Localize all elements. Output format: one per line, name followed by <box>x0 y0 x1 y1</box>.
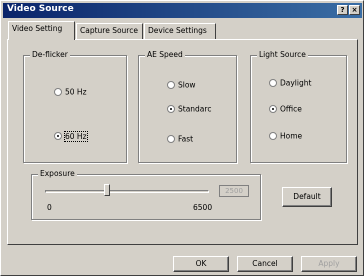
deflicker-option-50hz[interactable]: 50 Hz <box>54 87 87 97</box>
radio-office[interactable] <box>269 105 277 113</box>
radio-50hz[interactable] <box>54 88 62 96</box>
ae-option-fast[interactable]: Fast <box>167 134 193 144</box>
tab-video-setting[interactable]: Video Setting <box>8 21 75 40</box>
ok-button[interactable]: OK <box>173 256 229 272</box>
close-button[interactable]: × <box>349 5 360 15</box>
ae-option-standard[interactable]: Standarc <box>167 104 211 114</box>
light-option-office[interactable]: Office <box>269 104 302 114</box>
deflicker-option-60hz[interactable]: 60 Hz <box>54 130 88 142</box>
deflicker-group: De-flicker 50 Hz 60 Hz <box>23 50 127 163</box>
exposure-legend: Exposure <box>38 169 77 178</box>
apply-button[interactable]: Apply <box>301 256 357 272</box>
label-60hz: 60 Hz <box>64 130 88 142</box>
radio-home[interactable] <box>269 132 277 140</box>
ae-speed-group: AE Speed Slow Standarc Fast <box>138 50 237 163</box>
radio-60hz[interactable] <box>54 132 62 140</box>
label-fast: Fast <box>178 134 194 144</box>
exposure-slider-thumb[interactable] <box>104 184 111 196</box>
light-option-daylight[interactable]: Daylight <box>269 78 311 88</box>
label-home: Home <box>280 131 303 141</box>
exposure-min-label: 0 <box>47 203 52 212</box>
default-button[interactable]: Default <box>282 187 332 207</box>
video-source-dialog: Video Source ? × Video Setting Capture S… <box>0 0 364 276</box>
exposure-group: Exposure <box>31 169 261 220</box>
label-daylight: Daylight <box>280 78 312 88</box>
ae-option-slow[interactable]: Slow <box>167 80 196 90</box>
exposure-value-field: 2500 <box>219 185 249 197</box>
radio-fast[interactable] <box>167 135 175 143</box>
radio-slow[interactable] <box>167 81 175 89</box>
help-button[interactable]: ? <box>337 5 348 15</box>
window-title: Video Source <box>7 4 74 14</box>
radio-standard[interactable] <box>167 105 175 113</box>
label-standard: Standarc <box>178 104 212 114</box>
light-source-legend: Light Source <box>257 50 308 59</box>
light-option-home[interactable]: Home <box>269 131 302 141</box>
tab-device-settings[interactable]: Device Settings <box>144 23 216 39</box>
label-slow: Slow <box>178 80 196 90</box>
tab-capture-source[interactable]: Capture Source <box>76 23 143 39</box>
exposure-slider-track[interactable] <box>45 190 209 193</box>
label-office: Office <box>280 104 302 114</box>
cancel-button[interactable]: Cancel <box>237 256 293 272</box>
radio-daylight[interactable] <box>269 79 277 87</box>
exposure-max-label: 6500 <box>193 203 213 212</box>
label-50hz: 50 Hz <box>65 87 87 97</box>
light-source-group: Light Source Daylight Office Home <box>250 50 347 163</box>
title-bar: Video Source ? × <box>3 3 362 18</box>
ae-speed-legend: AE Speed <box>145 50 185 59</box>
deflicker-legend: De-flicker <box>30 50 70 59</box>
